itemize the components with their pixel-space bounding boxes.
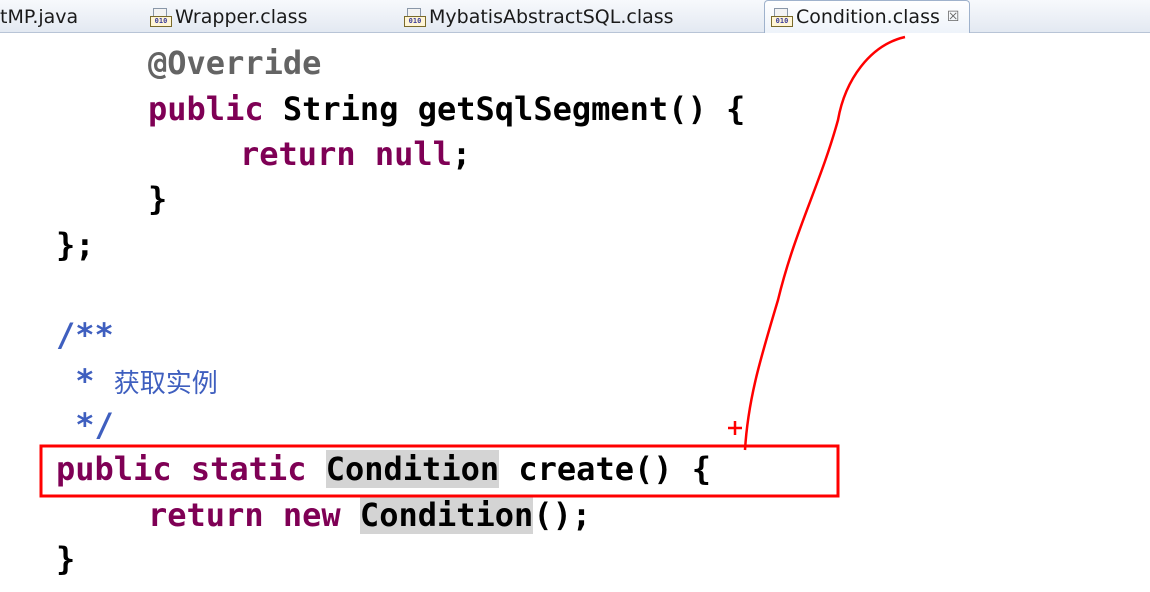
code-line-create-method: public static Condition create() { bbox=[56, 450, 712, 488]
class-file-icon: 010 bbox=[404, 7, 426, 27]
tab-mybatisabstractsql-class[interactable]: 010 MybatisAbstractSQL.class bbox=[404, 0, 674, 33]
code-line-method-signature: public String getSqlSegment() { bbox=[148, 90, 746, 128]
tab-label: tMP.java bbox=[0, 5, 79, 28]
highlighted-condition-type: Condition bbox=[359, 496, 534, 534]
tab-wrapper-class[interactable]: 010 Wrapper.class bbox=[150, 0, 307, 33]
code-line-method-close: } bbox=[56, 540, 76, 578]
code-editor[interactable]: @Override public String getSqlSegment() … bbox=[0, 33, 1150, 592]
code-line-return-null: return null; bbox=[240, 135, 472, 173]
code-line-javadoc-text: * 获取实例 bbox=[56, 362, 218, 400]
tab-label: Wrapper.class bbox=[175, 5, 308, 28]
highlighted-condition-type: Condition bbox=[325, 450, 500, 488]
code-line-close-brace: } bbox=[148, 180, 168, 218]
code-line-javadoc-open: /** bbox=[56, 316, 114, 354]
code-line-close-anon-class: }; bbox=[56, 226, 95, 264]
close-tab-icon[interactable]: ☒ bbox=[947, 9, 960, 25]
tab-condition-class[interactable]: 010 Condition.class ☒ bbox=[764, 0, 971, 33]
class-file-icon: 010 bbox=[771, 7, 793, 27]
editor-tab-bar: tMP.java 010 Wrapper.class 010 MybatisAb… bbox=[0, 0, 1150, 33]
code-line-return-new: return new Condition(); bbox=[148, 496, 592, 534]
code-line-javadoc-close: */ bbox=[56, 406, 114, 444]
tab-tmp-java[interactable]: tMP.java bbox=[0, 0, 78, 33]
code-line-override: @Override bbox=[148, 44, 322, 82]
tab-label: Condition.class bbox=[796, 6, 940, 28]
tab-label: MybatisAbstractSQL.class bbox=[429, 5, 674, 28]
class-file-icon: 010 bbox=[150, 7, 172, 27]
